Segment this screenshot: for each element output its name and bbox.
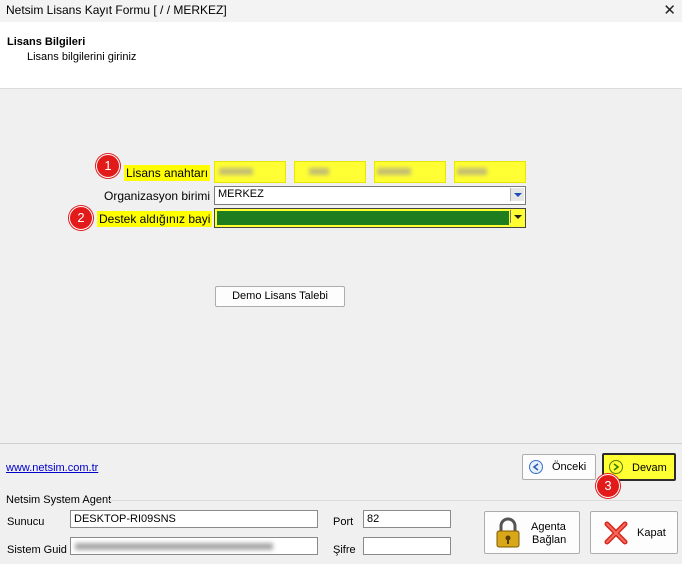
license-key-part-2[interactable] bbox=[294, 161, 366, 183]
arrow-left-icon bbox=[529, 460, 543, 474]
chevron-down-icon[interactable] bbox=[510, 210, 524, 223]
close-form-button[interactable]: Kapat bbox=[590, 511, 678, 554]
previous-button[interactable]: Önceki bbox=[522, 454, 596, 480]
previous-label: Önceki bbox=[552, 461, 587, 473]
close-icon[interactable]: ✕ bbox=[663, 1, 676, 19]
org-unit-value: MERKEZ bbox=[218, 188, 264, 200]
password-input[interactable] bbox=[363, 537, 451, 555]
org-unit-label: Organizasyon birimi bbox=[104, 189, 211, 203]
chevron-down-icon[interactable] bbox=[510, 188, 524, 201]
agent-connect-label-1: Agenta bbox=[531, 521, 566, 533]
step-badge-3: 3 bbox=[596, 474, 620, 498]
window-title: Netsim Lisans Kayıt Formu [ / / MERKEZ] bbox=[6, 3, 227, 17]
port-input[interactable]: 82 bbox=[363, 510, 451, 528]
next-label: Devam bbox=[632, 462, 667, 474]
title-bar: Netsim Lisans Kayıt Formu [ / / MERKEZ] … bbox=[0, 0, 682, 22]
server-label: Sunucu bbox=[7, 516, 45, 528]
agent-group-divider bbox=[108, 500, 682, 501]
agent-connect-label-2: Bağlan bbox=[532, 534, 567, 546]
dealer-value-redacted bbox=[217, 211, 509, 225]
guid-label: Sistem Guid bbox=[7, 544, 67, 556]
section-subtitle: Lisans bilgilerini giriniz bbox=[27, 51, 137, 63]
padlock-icon bbox=[493, 517, 523, 552]
close-form-label: Kapat bbox=[637, 527, 666, 539]
guid-input[interactable] bbox=[70, 537, 318, 555]
arrow-right-icon bbox=[609, 460, 623, 474]
demo-license-button[interactable]: Demo Lisans Talebi bbox=[215, 286, 345, 307]
license-key-part-3[interactable] bbox=[374, 161, 446, 183]
password-label: Şifre bbox=[333, 544, 356, 556]
website-link[interactable]: www.netsim.com.tr bbox=[6, 462, 98, 474]
license-key-label: Lisans anahtarı bbox=[124, 165, 211, 181]
step-badge-1: 1 bbox=[96, 154, 120, 178]
agent-connect-button[interactable]: Agenta Bağlan bbox=[484, 511, 580, 554]
red-x-icon bbox=[603, 520, 629, 549]
org-unit-select[interactable]: MERKEZ bbox=[214, 186, 526, 205]
license-key-part-1[interactable] bbox=[214, 161, 286, 183]
dealer-select[interactable] bbox=[214, 208, 526, 228]
port-label: Port bbox=[333, 516, 354, 528]
section-title: Lisans Bilgileri bbox=[7, 36, 86, 48]
agent-group-title: Netsim System Agent bbox=[6, 494, 112, 506]
section-header: Lisans Bilgileri Lisans bilgilerini giri… bbox=[0, 22, 682, 89]
step-badge-2: 2 bbox=[69, 206, 93, 230]
license-key-part-4[interactable] bbox=[454, 161, 526, 183]
server-input[interactable]: DESKTOP-RI09SNS bbox=[70, 510, 318, 528]
dealer-label: Destek aldığınız bayi bbox=[97, 211, 213, 227]
guid-value-redacted bbox=[75, 543, 273, 550]
footer-divider bbox=[0, 443, 682, 444]
